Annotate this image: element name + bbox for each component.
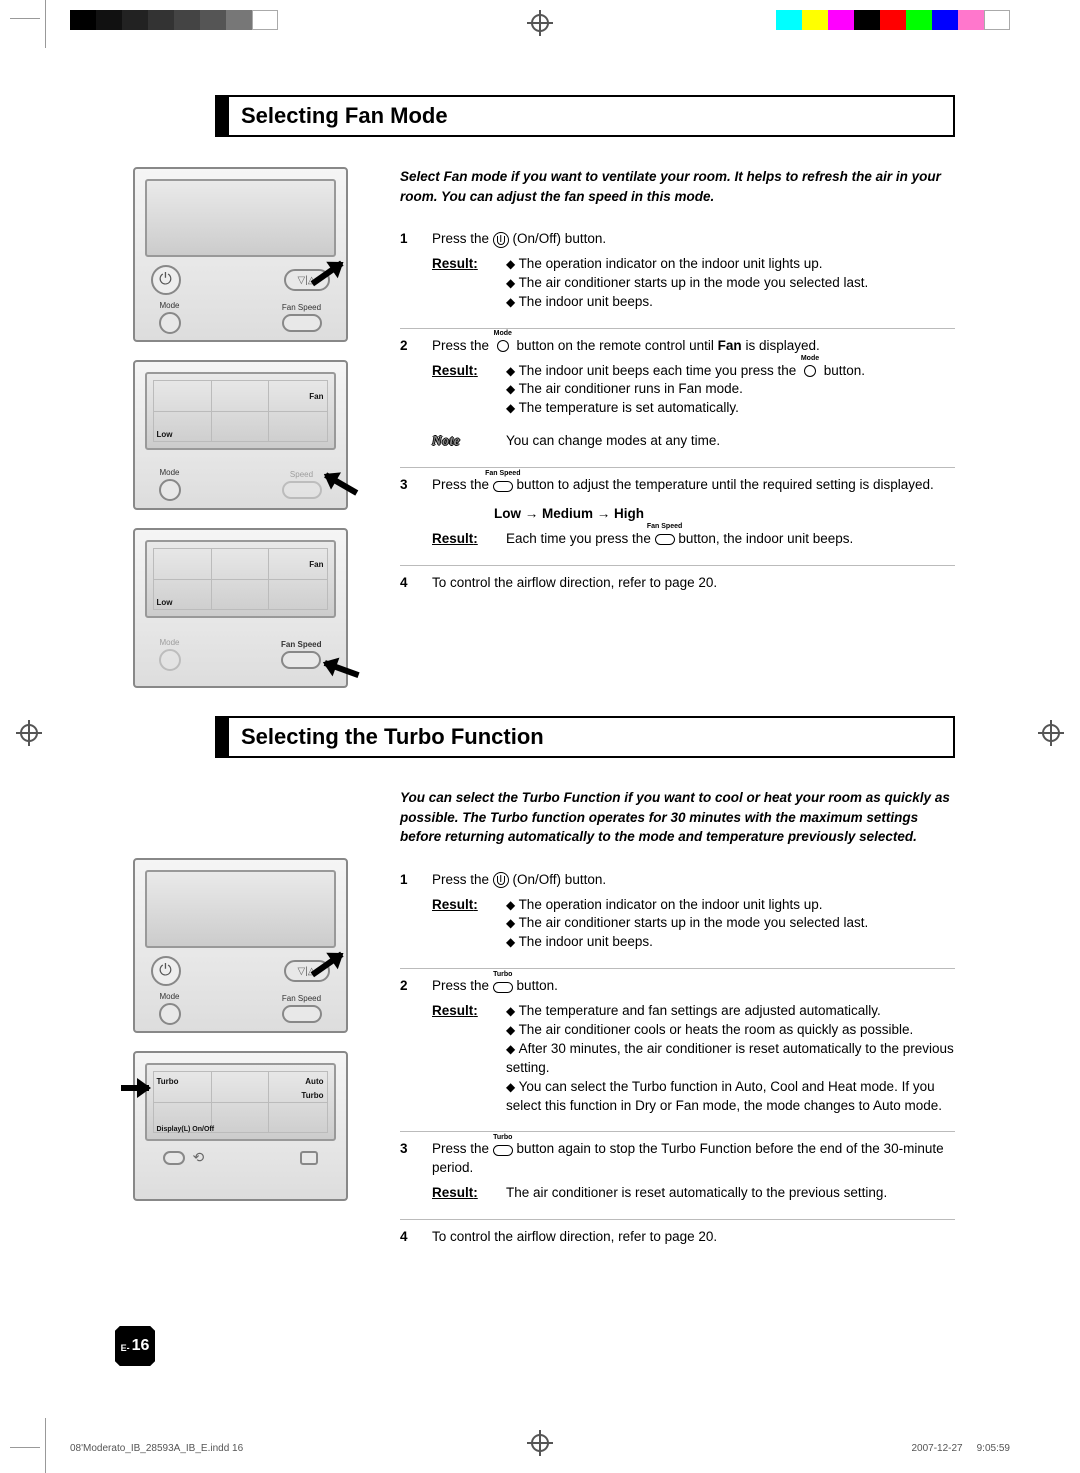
result-item: The temperature and fan settings are adj… [506,1002,955,1021]
result-label: Result [432,255,490,312]
mode-button-icon [159,479,181,501]
power-icon [493,872,509,888]
result-item: The air conditioner starts up in the mod… [506,274,868,293]
result-item: The air conditioner starts up in the mod… [506,914,868,933]
remote-fig-3: Fan Low Mode Fan Speed [133,528,348,688]
fan-speed-label: Fan Speed [282,994,321,1003]
note-text: You can change modes at any time. [506,432,720,451]
section-title-fan: Selecting Fan Mode [215,95,955,137]
fan-speed-button-icon [282,1005,322,1023]
temp-pill-icon: ▽|△ [284,960,330,982]
mode-label: Mode [159,992,179,1001]
color-bar [776,10,1010,30]
remote-illustrations-turbo: ⏻ ▽|△ Mode Fan Speed Turbo Auto Turbo Di… [115,788,365,1267]
small-button-icon [163,1151,185,1165]
result-label: Result [432,530,490,549]
remote-illustrations-fan: ⏻ ▽|△ Mode Fan Speed Fan Low Mode Speed [115,167,365,688]
page-content: Selecting Fan Mode ⏻ ▽|△ Mode Fan Speed … [95,70,985,1396]
power-icon: ⏻ [151,265,181,295]
turbo-intro: You can select the Turbo Function if you… [400,788,955,847]
speed-sequence: Low → Medium → High [494,505,955,524]
fan-step-4: 4 To control the airflow direction, refe… [400,565,955,613]
result-item: You can select the Turbo function in Aut… [506,1078,955,1116]
fan-speed-button-icon [281,651,321,669]
footer-date: 2007-12-27 [911,1443,962,1454]
page-number-badge: E-16 [115,1326,155,1366]
turbo-button-icon: Turbo [493,1142,513,1158]
turbo-instructions: You can select the Turbo Function if you… [400,788,955,1267]
mode-button-icon: Mode [493,338,513,354]
fan-speed-label: Fan Speed [281,640,321,649]
remote-fig-2: Fan Low Mode Speed [133,360,348,510]
screen-turbo-label: Turbo [157,1077,179,1086]
result-item: The operation indicator on the indoor un… [506,255,868,274]
mode-label: Mode [159,301,179,310]
result-item: The operation indicator on the indoor un… [506,896,868,915]
screen-turbo-label: Turbo [301,1091,323,1100]
remote-fig-5: Turbo Auto Turbo Display(L) On/Off ⟲ [133,1051,348,1201]
footer-file: 08'Moderato_IB_28593A_IB_E.indd 16 [70,1443,243,1454]
result-item: The indoor unit beeps each time you pres… [506,362,865,381]
result-label: Result [432,1184,490,1203]
registration-mark-left [20,724,38,742]
fan-speed-button-icon: Fan Speed [655,531,675,547]
screen-display-onoff-label: Display(L) On/Off [157,1126,215,1133]
screen-fan-label: Fan [309,560,323,569]
turbo-step-3: 3 Press the Turbo button again to stop t… [400,1131,955,1219]
result-item: The indoor unit beeps. [506,293,868,312]
grayscale-bar [70,10,278,30]
screen-fan-label: Fan [309,392,323,401]
mode-button-icon: Mode [800,363,820,379]
fan-speed-button-icon [282,314,322,332]
temp-pill-icon: ▽|△ [284,269,330,291]
result-label: Result [432,896,490,953]
power-icon [493,232,509,248]
result-item: After 30 minutes, the air conditioner is… [506,1040,955,1078]
footer-time: 9:05:59 [977,1443,1010,1454]
fan-intro: Select Fan mode if you want to ventilate… [400,167,955,206]
screen-low-label: Low [157,598,173,607]
remote-fig-1: ⏻ ▽|△ Mode Fan Speed [133,167,348,342]
fan-step-3: 3 Press the Fan Speed button to adjust t… [400,467,955,565]
screen-auto-label: Auto [305,1077,323,1086]
registration-mark-right [1042,724,1060,742]
fan-speed-button-icon: Fan Speed [493,478,513,494]
result-label: Result [432,362,490,419]
result-label: Result [432,1002,490,1115]
turbo-button-icon: Turbo [493,979,513,995]
note-label: Note [432,432,490,451]
power-icon: ⏻ [151,956,181,986]
screen-low-label: Low [157,430,173,439]
fan-step-1: 1 Press the (On/Off) button. Result The … [400,222,955,328]
mode-label: Mode [159,468,179,477]
section-title-turbo: Selecting the Turbo Function [215,716,955,758]
crop-mark [30,1433,60,1463]
crop-mark [30,3,60,33]
remote-fig-4: ⏻ ▽|△ Mode Fan Speed [133,858,348,1033]
fan-speed-label: Fan Speed [282,303,321,312]
fan-instructions: Select Fan mode if you want to ventilate… [400,167,955,688]
result-item: The indoor unit beeps. [506,933,868,952]
mode-button-icon [159,312,181,334]
fan-step-2: 2 Press the Mode button on the remote co… [400,328,955,467]
mode-button-icon [159,1003,181,1025]
result-item: The temperature is set automatically. [506,399,865,418]
turbo-step-4: 4 To control the airflow direction, refe… [400,1219,955,1267]
print-footer: 08'Moderato_IB_28593A_IB_E.indd 16 2007-… [70,1443,1010,1454]
turbo-step-1: 1 Press the (On/Off) button. Result The … [400,863,955,969]
turbo-step-2: 2 Press the Turbo button. Result The tem… [400,968,955,1131]
small-button-icon [300,1151,318,1165]
result-item: The air conditioner cools or heats the r… [506,1021,955,1040]
result-item: The air conditioner runs in Fan mode. [506,380,865,399]
